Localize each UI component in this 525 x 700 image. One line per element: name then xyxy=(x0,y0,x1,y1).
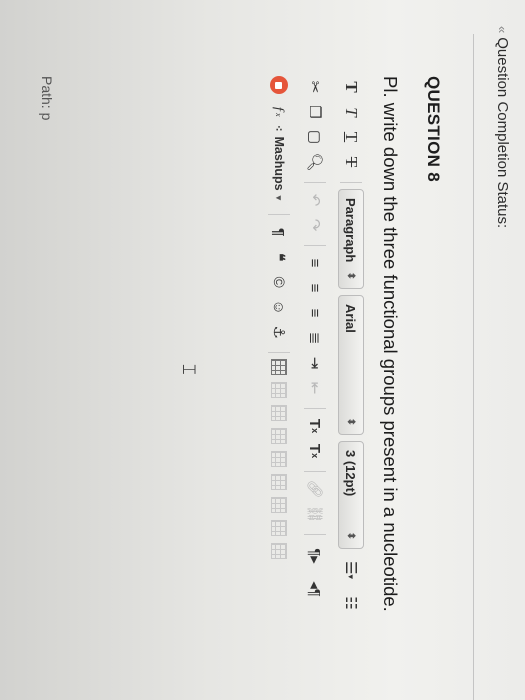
font-select[interactable]: Arial ⬍ xyxy=(338,295,364,435)
italic-icon[interactable]: T xyxy=(339,101,363,123)
editor-path: Path: p xyxy=(39,76,55,121)
outdent-icon[interactable]: ⇤ xyxy=(303,377,327,399)
toolbar-separator xyxy=(304,182,326,183)
align-right-icon[interactable]: ≡ xyxy=(303,302,327,324)
ltr-icon[interactable]: ¶▸ xyxy=(303,541,327,571)
table-insert-icon[interactable] xyxy=(271,543,287,560)
mashups-label: Mashups xyxy=(272,136,286,191)
collapse-chevron-icon[interactable]: « xyxy=(495,26,510,33)
align-center-icon[interactable]: ≡ xyxy=(303,277,327,299)
underline-icon[interactable]: T xyxy=(339,126,363,148)
font-select-value: Arial xyxy=(343,304,359,333)
record-icon[interactable] xyxy=(270,76,288,94)
align-justify-icon[interactable]: ≣ xyxy=(303,327,327,349)
page: «Question Completion Status: QUESTION 8 … xyxy=(0,0,525,700)
select-arrows-icon: ⬍ xyxy=(345,417,357,426)
toolbar-separator xyxy=(304,534,326,535)
screen: «Question Completion Status: QUESTION 8 … xyxy=(0,0,525,700)
bold-icon[interactable]: T xyxy=(339,76,363,98)
quote-icon[interactable]: ❝ xyxy=(267,246,291,268)
table-cell-icon[interactable] xyxy=(271,428,287,445)
undo-icon[interactable]: ↶ xyxy=(303,189,327,211)
table-column-icon[interactable] xyxy=(271,405,287,422)
select-arrows-icon: ⬍ xyxy=(345,271,357,280)
numbered-list-icon[interactable]: ☷ xyxy=(339,588,363,618)
formula-icon[interactable]: ƒx xyxy=(267,100,291,122)
unlink-icon[interactable]: ⛓ xyxy=(303,503,327,525)
superscript-icon[interactable]: Tx xyxy=(303,415,327,437)
font-size-select[interactable]: 3 (12pt) ⬍ xyxy=(338,441,364,549)
subscript-icon[interactable]: Tx xyxy=(303,440,327,462)
table-merge-icon[interactable] xyxy=(271,451,287,468)
toolbar-separator xyxy=(304,408,326,409)
text-editor[interactable]: T T T T Paragraph ⬍ Arial ⬍ 3 (12pt) ⬍ ☰ ▾ ☷… xyxy=(179,76,367,700)
find-icon[interactable]: 🔍︎ xyxy=(303,151,327,173)
toolbar-row-3: ƒx ⁖ Mashups ▾ ¶ ❝ © ☺ ⚓︎ xyxy=(263,76,295,566)
toolbar-separator xyxy=(268,352,290,354)
table-split-icon[interactable] xyxy=(271,474,287,491)
copyright-icon[interactable]: © xyxy=(267,271,291,293)
paste-icon[interactable]: ▢ xyxy=(303,126,327,148)
chevron-down-icon: ▾ xyxy=(274,195,285,201)
select-arrows-icon: ⬍ xyxy=(345,531,357,540)
pilcrow-icon[interactable]: ¶ xyxy=(267,221,291,243)
mashups-menu[interactable]: ⁖ Mashups ▾ xyxy=(272,125,286,200)
completion-status-label: Question Completion Status: xyxy=(494,37,511,229)
paragraph-select-value: Paragraph xyxy=(343,198,359,263)
font-size-select-value: 3 (12pt) xyxy=(343,450,359,497)
toolbar-row-2: ✂ ❐ ▢ 🔍︎ ↶ ↷ ≡ ≡ ≡ ≣ ⇥ ⇤ Tx Tx 🔗︎ ⛓ ¶▸ ◂… xyxy=(299,76,331,607)
toolbar-row-1: T T T T Paragraph ⬍ Arial ⬍ 3 (12pt) ⬍ ☰ ▾ ☷ xyxy=(335,76,367,621)
table-row-icon[interactable] xyxy=(271,382,287,399)
toolbar-separator xyxy=(304,471,326,472)
mashups-icon: ⁖ xyxy=(272,125,285,132)
table-delete-icon[interactable] xyxy=(271,497,287,514)
anchor-icon[interactable]: ⚓︎ xyxy=(267,321,291,343)
table-props-icon[interactable] xyxy=(271,520,287,537)
text-cursor-icon: ⌶ xyxy=(179,364,199,375)
link-icon[interactable]: 🔗︎ xyxy=(303,478,327,500)
bulleted-list-icon[interactable]: ☰ ▾ xyxy=(339,555,363,585)
completion-status[interactable]: « Question Completion Status: xyxy=(494,26,511,228)
align-left-icon[interactable]: ≡ xyxy=(303,252,327,274)
toolbar-separator xyxy=(268,214,290,216)
divider xyxy=(473,34,474,700)
table-icon[interactable] xyxy=(271,359,287,376)
indent-icon[interactable]: ⇥ xyxy=(303,352,327,374)
redo-icon[interactable]: ↷ xyxy=(303,214,327,236)
strikethrough-icon[interactable]: T xyxy=(339,151,363,173)
toolbar-separator xyxy=(304,245,326,246)
paragraph-select[interactable]: Paragraph ⬍ xyxy=(338,189,364,289)
question-title: QUESTION 8 xyxy=(424,76,443,182)
copy-icon[interactable]: ❐ xyxy=(303,101,327,123)
question-prompt: Pl. write down the three functional grou… xyxy=(380,76,401,612)
rtl-icon[interactable]: ◂¶ xyxy=(303,574,327,604)
cut-icon[interactable]: ✂ xyxy=(303,76,327,98)
emoji-icon[interactable]: ☺ xyxy=(267,296,291,318)
toolbar-separator xyxy=(340,182,362,183)
